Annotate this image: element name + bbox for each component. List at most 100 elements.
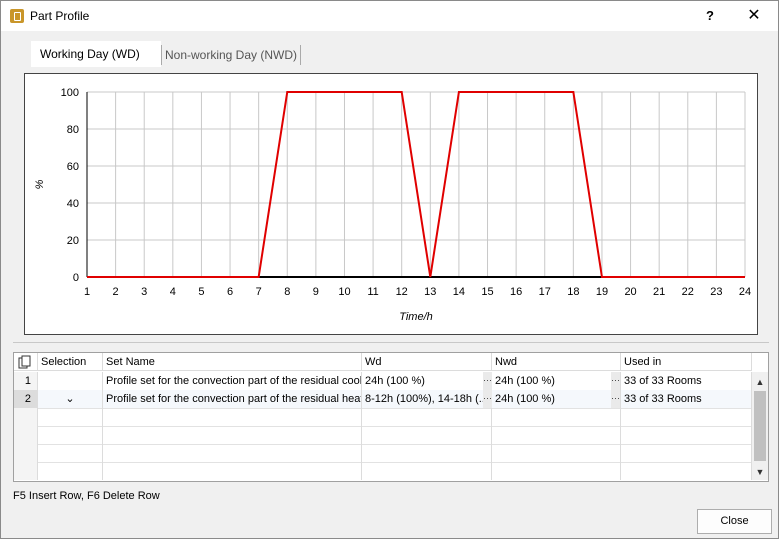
y-tick-label: 0 — [73, 272, 79, 284]
x-tick-label: 2 — [113, 286, 119, 298]
x-tick-label: 20 — [624, 286, 636, 298]
scroll-down-icon[interactable]: ▼ — [752, 464, 768, 480]
row-number-empty — [14, 444, 38, 462]
x-tick-label: 5 — [198, 286, 204, 298]
x-tick-label: 15 — [481, 286, 493, 298]
y-tick-label: 60 — [67, 161, 79, 173]
row-number[interactable]: 2 — [14, 390, 38, 408]
selection-cell[interactable] — [38, 372, 103, 390]
row-number-empty — [14, 426, 38, 444]
empty-row[interactable] — [14, 444, 752, 463]
empty-row[interactable] — [14, 426, 752, 445]
x-tick-label: 22 — [682, 286, 694, 298]
y-tick-label: 20 — [67, 235, 79, 247]
chart-svg: 1 2 3 4 5 6 7 8 9 10 11 12 13 14 15 16 17 18 19 20 21 22 23 240… — [34, 87, 751, 323]
x-tick-label: 4 — [170, 286, 176, 298]
table-header-row: Selection Set Name Wd Nwd Used in — [14, 353, 752, 371]
status-hint: F5 Insert Row, F6 Delete Row — [13, 490, 160, 502]
nwd-cell[interactable]: 24h (100 %) — [492, 372, 621, 390]
x-tick-label: 19 — [596, 286, 608, 298]
selection-cell[interactable]: ⌄ — [38, 390, 103, 408]
part-profile-dialog: Part Profile ? ✕ Working Day (WD) Non-wo… — [0, 0, 779, 539]
window-title: Part Profile — [30, 9, 90, 23]
profile-chart: 1 2 3 4 5 6 7 8 9 10 11 12 13 14 15 16 17 18 19 20 21 22 23 24 0… — [24, 73, 758, 335]
empty-cell — [362, 462, 492, 480]
x-axis-label: Time/h — [399, 311, 433, 323]
copy-icon-cell[interactable] — [14, 353, 38, 371]
empty-cell — [38, 426, 103, 444]
wd-ellipsis-button[interactable]: ··· — [483, 372, 492, 390]
title-bar: Part Profile ? ✕ — [1, 1, 778, 31]
row-number[interactable]: 1 — [14, 372, 38, 390]
x-tick-label: 11 — [367, 286, 378, 298]
y-axis-label: % — [34, 179, 46, 189]
nwd-ellipsis-button[interactable]: ··· — [611, 372, 620, 390]
set-name-cell[interactable]: Profile set for the convection part of t… — [103, 390, 362, 408]
x-tick-label: 6 — [227, 286, 233, 298]
empty-cell — [103, 408, 362, 426]
used-in-cell[interactable]: 33 of 33 Rooms — [621, 372, 752, 390]
x-tick-label: 10 — [338, 286, 350, 298]
profile-sets-table: Selection Set Name Wd Nwd Used in 1 Prof… — [13, 352, 769, 482]
y-tick-label: 40 — [67, 198, 79, 210]
close-icon[interactable]: ✕ — [741, 5, 767, 27]
vertical-scrollbar[interactable]: ▲ ▼ — [752, 372, 768, 480]
scroll-thumb[interactable] — [754, 391, 766, 461]
row-number-empty — [14, 462, 38, 480]
x-tick-label: 14 — [453, 286, 465, 298]
col-header-used-in[interactable]: Used in — [621, 353, 752, 371]
copy-icon[interactable] — [18, 355, 32, 369]
empty-cell — [621, 426, 752, 444]
help-button[interactable]: ? — [699, 5, 721, 27]
x-tick-label: 17 — [539, 286, 551, 298]
divider — [13, 342, 769, 343]
x-tick-label: 16 — [510, 286, 522, 298]
table-row[interactable]: 1 Profile set for the convection part of… — [14, 372, 752, 391]
empty-cell — [621, 462, 752, 480]
x-tick-label: 13 — [424, 286, 436, 298]
tab-non-working-day[interactable]: Non-working Day (NWD) — [161, 45, 301, 65]
empty-cell — [38, 408, 103, 426]
empty-cell — [103, 426, 362, 444]
x-tick-label: 8 — [284, 286, 290, 298]
col-header-selection[interactable]: Selection — [38, 353, 103, 371]
col-header-nwd[interactable]: Nwd — [492, 353, 621, 371]
wd-cell[interactable]: 24h (100 %) — [362, 372, 492, 390]
col-header-set-name[interactable]: Set Name — [103, 353, 362, 371]
col-header-wd[interactable]: Wd — [362, 353, 492, 371]
empty-cell — [621, 408, 752, 426]
wd-cell[interactable]: 8-12h (100%), 14-18h (... — [362, 390, 492, 408]
x-tick-label: 7 — [256, 286, 262, 298]
nwd-ellipsis-button[interactable]: ··· — [611, 390, 620, 408]
x-tick-label: 3 — [141, 286, 147, 298]
set-name-cell[interactable]: Profile set for the convection part of t… — [103, 372, 362, 390]
empty-cell — [492, 408, 621, 426]
x-tick-label: 1 — [84, 286, 90, 298]
empty-cell — [362, 444, 492, 462]
empty-cell — [103, 444, 362, 462]
y-tick-label: 100 — [61, 87, 79, 99]
scroll-up-icon[interactable]: ▲ — [752, 374, 768, 390]
nwd-cell[interactable]: 24h (100 %) — [492, 390, 621, 408]
tab-working-day[interactable]: Working Day (WD) — [31, 41, 161, 67]
empty-cell — [103, 462, 362, 480]
x-tick-label: 12 — [396, 286, 408, 298]
used-in-cell[interactable]: 33 of 33 Rooms — [621, 390, 752, 408]
row-number-empty — [14, 408, 38, 426]
wd-ellipsis-button[interactable]: ··· — [483, 390, 492, 408]
x-tick-label: 23 — [710, 286, 722, 298]
app-icon — [10, 9, 24, 23]
empty-cell — [38, 462, 103, 480]
empty-cell — [38, 444, 103, 462]
table-row[interactable]: 2 ⌄ Profile set for the convection part … — [14, 390, 752, 409]
y-tick-label: 80 — [67, 124, 79, 136]
close-button[interactable]: Close — [697, 509, 772, 534]
empty-row[interactable] — [14, 462, 752, 480]
empty-cell — [362, 408, 492, 426]
empty-cell — [492, 426, 621, 444]
x-tick-label: 9 — [313, 286, 319, 298]
series-line — [87, 91, 745, 278]
empty-cell — [621, 444, 752, 462]
x-tick-label: 21 — [653, 286, 665, 298]
empty-row[interactable] — [14, 408, 752, 427]
